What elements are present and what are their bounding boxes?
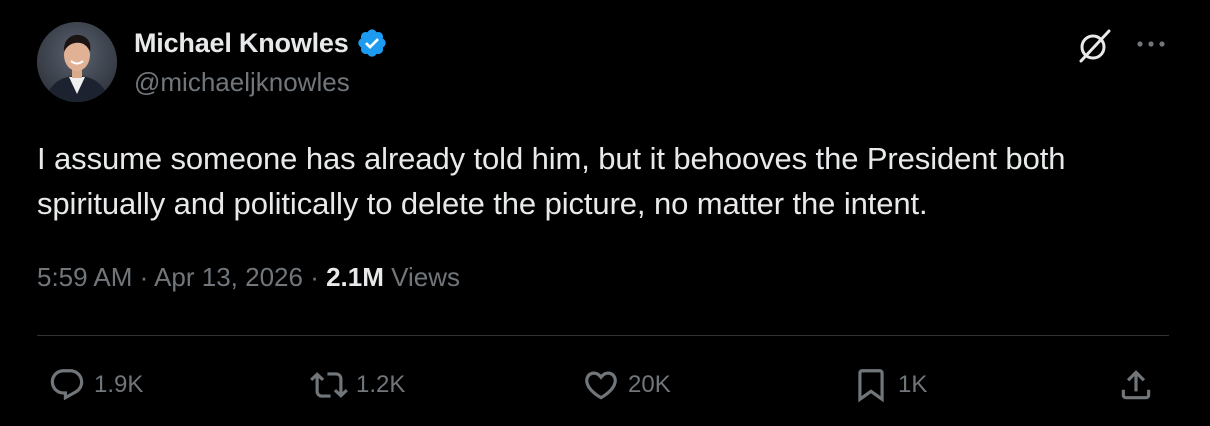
reply-button[interactable]: 1.9K (48, 365, 143, 405)
tweet-card: Michael Knowles @michaeljknowles I assum… (0, 0, 1210, 426)
meta-separator: · (302, 262, 327, 292)
bookmark-icon (852, 366, 890, 404)
divider (37, 335, 1169, 336)
bookmark-count: 1K (898, 371, 928, 398)
tweet-meta: 5:59 AM · Apr 13, 2026 · 2.1M Views (37, 262, 460, 293)
reply-count: 1.9K (94, 371, 144, 398)
tweet-text: I assume someone has already told him, b… (37, 141, 1066, 221)
author-name-row: Michael Knowles (134, 25, 388, 61)
tweet-date[interactable]: Apr 13, 2026 (154, 262, 303, 292)
like-count: 20K (628, 371, 671, 398)
like-button[interactable]: 20K (582, 365, 671, 405)
repost-count: 1.2K (356, 371, 406, 398)
share-icon (1117, 366, 1155, 404)
grok-icon[interactable] (1074, 24, 1116, 66)
avatar[interactable] (37, 22, 117, 102)
more-icon[interactable] (1133, 26, 1169, 62)
bookmark-button[interactable]: 1K (852, 365, 927, 405)
share-button[interactable] (1117, 365, 1155, 405)
meta-separator: · (132, 262, 155, 292)
reply-icon (48, 366, 86, 404)
author-display-name[interactable]: Michael Knowles (134, 28, 349, 59)
author-handle[interactable]: @michaeljknowles (134, 67, 350, 98)
views-count[interactable]: 2.1M (326, 262, 384, 292)
tweet-time[interactable]: 5:59 AM (37, 262, 132, 292)
views-label: Views (383, 262, 460, 292)
verified-badge-icon[interactable] (356, 27, 388, 59)
repost-icon (310, 366, 348, 404)
like-icon (582, 366, 620, 404)
repost-button[interactable]: 1.2K (310, 365, 405, 405)
